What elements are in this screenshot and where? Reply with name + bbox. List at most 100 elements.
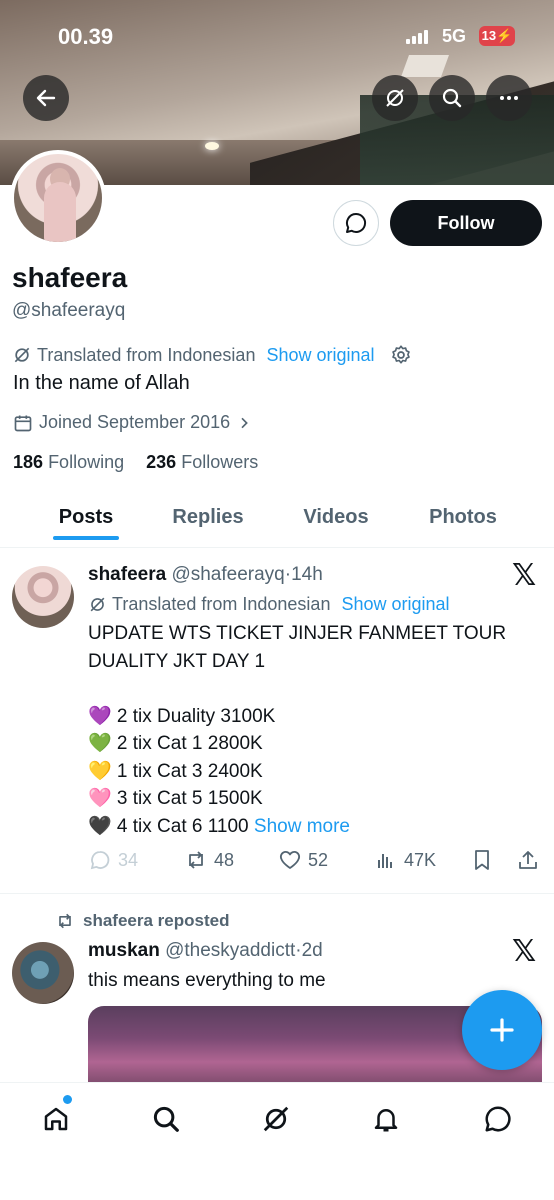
like-count: 52 xyxy=(308,849,329,870)
post-avatar[interactable] xyxy=(12,942,74,1004)
calendar-icon xyxy=(14,415,32,431)
message-icon xyxy=(346,212,367,233)
banner-lamp xyxy=(205,142,219,150)
post-header: shafeera @shafeerayq·14h xyxy=(88,564,323,585)
status-time: 00.39 xyxy=(58,24,114,49)
plus-icon xyxy=(490,1018,514,1042)
home-icon xyxy=(44,1107,68,1131)
search-button[interactable] xyxy=(429,75,475,121)
following-label: Following xyxy=(48,452,125,472)
post-time: 2d xyxy=(301,940,323,961)
like-button[interactable]: 52 xyxy=(278,848,328,872)
reply-icon xyxy=(90,851,110,870)
arrow-left-icon xyxy=(36,89,56,107)
bottom-navigation xyxy=(0,1082,554,1200)
share-button[interactable] xyxy=(516,848,540,872)
grok-button[interactable] xyxy=(372,75,418,121)
following-link[interactable]: 186 Following xyxy=(13,452,124,472)
profile-tabs: Posts Replies Videos Photos xyxy=(0,496,554,548)
search-icon xyxy=(442,88,462,108)
x-logo-icon: 𝕏 xyxy=(512,558,537,593)
post-line: 🖤 4 tix Cat 6 1100 xyxy=(88,815,249,837)
bell-icon xyxy=(374,1109,398,1132)
followers-label: Followers xyxy=(181,452,259,472)
repost-button[interactable]: 48 xyxy=(184,848,234,872)
repost-icon xyxy=(59,913,71,929)
post-line: 💜 2 tix Duality 3100K xyxy=(88,705,276,727)
reply-button[interactable]: 34 xyxy=(88,848,138,872)
nav-messages[interactable] xyxy=(476,1097,520,1141)
profile-bio: In the name of Allah xyxy=(13,372,190,394)
views-button[interactable]: 47K xyxy=(374,848,436,872)
nav-notifications[interactable] xyxy=(364,1097,408,1141)
show-original-link[interactable]: Show original xyxy=(266,345,374,366)
avatar-figure xyxy=(44,182,76,242)
share-icon xyxy=(519,851,537,869)
nav-home[interactable] xyxy=(34,1097,78,1141)
post-line: 💛 1 tix Cat 3 2400K xyxy=(88,760,263,782)
post-body[interactable]: UPDATE WTS TICKET JINJER FANMEET TOUR DU… xyxy=(88,620,506,840)
repost-count: 48 xyxy=(214,849,235,870)
message-button[interactable] xyxy=(333,200,379,246)
follow-button[interactable]: Follow xyxy=(390,200,542,246)
post-line: 💚 2 tix Cat 1 2800K xyxy=(88,733,263,754)
post-translated-from: Translated from Indonesian xyxy=(112,594,331,614)
post-body[interactable]: this means everything to me xyxy=(88,967,326,995)
translate-icon xyxy=(90,597,105,612)
grok-icon xyxy=(386,89,404,107)
x-logo-icon: 𝕏 xyxy=(512,934,537,969)
views-count: 47K xyxy=(404,849,437,870)
post-translation-note: Translated from Indonesian Show original xyxy=(88,594,450,615)
post-title-line: DUALITY JKT DAY 1 xyxy=(88,650,266,672)
bookmark-button[interactable] xyxy=(470,848,494,872)
back-button[interactable] xyxy=(23,75,69,121)
joined-date[interactable]: Joined September 2016 xyxy=(13,412,252,433)
views-icon xyxy=(378,854,392,868)
chevron-right-icon xyxy=(241,417,248,428)
tab-posts[interactable]: Posts xyxy=(55,496,117,538)
post-author-name[interactable]: shafeera xyxy=(88,564,166,585)
profile-name: shafeera xyxy=(12,262,128,293)
translated-from-label: Translated from Indonesian xyxy=(37,344,256,365)
heart-icon xyxy=(279,851,301,869)
tab-videos[interactable]: Videos xyxy=(295,496,377,538)
post-author-handle[interactable]: @shafeerayq xyxy=(171,564,284,585)
bookmark-icon xyxy=(475,850,489,870)
post-time: 14h xyxy=(291,564,323,585)
banner-vent xyxy=(400,55,450,77)
more-button[interactable] xyxy=(486,75,532,121)
message-icon xyxy=(485,1106,511,1132)
following-count: 186 xyxy=(13,452,44,472)
battery-level: 13 xyxy=(481,28,497,43)
profile-avatar[interactable] xyxy=(10,150,106,246)
post-actions: 34 48 52 47K xyxy=(88,848,544,876)
network-type: 5G xyxy=(442,26,467,46)
follow-stats: 186 Following 236 Followers xyxy=(13,452,258,473)
repost-label: shafeera reposted xyxy=(83,911,230,930)
tab-replies[interactable]: Replies xyxy=(165,496,251,538)
nav-grok[interactable] xyxy=(254,1097,298,1141)
show-more-link[interactable]: Show more xyxy=(254,816,350,837)
notification-dot xyxy=(63,1095,72,1104)
joined-label: Joined September 2016 xyxy=(39,412,231,432)
post-header: muskan @theskyaddictt·2d xyxy=(88,940,323,961)
nav-search[interactable] xyxy=(144,1097,188,1141)
post-author-name[interactable]: muskan xyxy=(88,940,160,961)
post-line: 🩷 3 tix Cat 5 1500K xyxy=(88,788,263,809)
reply-count: 34 xyxy=(118,849,139,870)
bio-translation-note: Translated from Indonesian Show original xyxy=(12,344,412,366)
tab-photos[interactable]: Photos xyxy=(422,496,504,538)
settings-icon[interactable] xyxy=(390,344,412,366)
compose-button[interactable] xyxy=(462,990,542,1070)
post-divider xyxy=(0,893,554,894)
post-show-original-link[interactable]: Show original xyxy=(341,594,449,615)
translate-icon xyxy=(14,347,30,363)
post-avatar[interactable] xyxy=(12,566,74,628)
signal-icon xyxy=(406,30,428,44)
followers-link[interactable]: 236 Followers xyxy=(146,452,258,472)
post-author-handle[interactable]: @theskyaddictt xyxy=(165,940,295,961)
more-icon xyxy=(500,96,518,100)
profile-handle: @shafeerayq xyxy=(12,300,126,321)
status-bar: 00.39 5G 13⚡ xyxy=(0,22,554,52)
repost-indicator[interactable]: shafeera reposted xyxy=(55,911,229,931)
